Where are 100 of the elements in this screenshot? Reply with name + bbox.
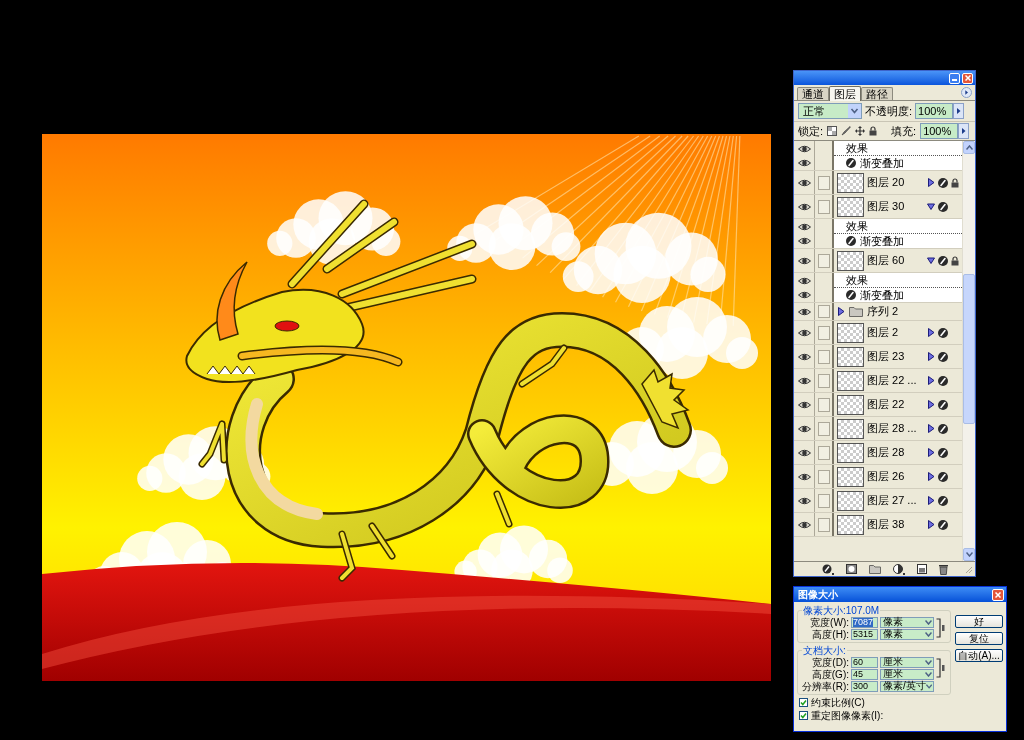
disclosure-triangle-icon[interactable]: [927, 352, 935, 361]
effects-icon[interactable]: [938, 495, 948, 506]
half-circle-icon[interactable]: [892, 563, 905, 575]
unit-dropdown[interactable]: 像素: [880, 616, 934, 628]
fill-arrow-button[interactable]: [958, 123, 970, 139]
layer-row[interactable]: 图层 20: [794, 171, 962, 195]
unit-dropdown[interactable]: 厘米: [880, 656, 934, 668]
effects-icon[interactable]: [846, 290, 856, 300]
eye-icon[interactable]: [797, 328, 811, 337]
eye-icon[interactable]: [797, 237, 811, 245]
brush-icon[interactable]: [841, 126, 852, 136]
dialog-button[interactable]: 自动(A)...: [955, 649, 1003, 662]
opacity-arrow-button[interactable]: [953, 103, 965, 119]
minimize-button[interactable]: [949, 72, 960, 84]
disclosure-triangle-icon[interactable]: [927, 424, 935, 433]
eye-icon[interactable]: [797, 256, 811, 265]
scrollbar-thumb[interactable]: [963, 274, 975, 424]
effects-icon[interactable]: [938, 327, 948, 338]
layer-row[interactable]: 图层 26: [794, 465, 962, 489]
new-layer-icon[interactable]: [916, 564, 927, 574]
eye-icon[interactable]: [797, 276, 811, 285]
move-icon[interactable]: [855, 126, 866, 136]
effects-icon[interactable]: [938, 375, 948, 386]
effects-icon[interactable]: [938, 423, 948, 434]
disclosure-triangle-icon[interactable]: [927, 178, 935, 187]
disclosure-triangle-icon[interactable]: [927, 256, 935, 265]
opacity-field[interactable]: 100%: [915, 103, 954, 119]
value-field[interactable]: 300: [851, 680, 878, 692]
panel-tab[interactable]: 路径: [861, 87, 893, 100]
lock-all-icon[interactable]: [869, 126, 878, 136]
blend-mode-dropdown[interactable]: 正常: [798, 103, 862, 119]
disclosure-triangle-icon[interactable]: [837, 307, 845, 316]
effects-icon[interactable]: [938, 471, 948, 482]
checkerboard-icon[interactable]: [827, 126, 838, 136]
dialog-button[interactable]: 复位: [955, 632, 1003, 645]
unit-dropdown[interactable]: 厘米: [880, 668, 934, 680]
close-button[interactable]: [962, 72, 973, 84]
disclosure-triangle-icon[interactable]: [927, 328, 935, 337]
eye-icon[interactable]: [797, 178, 811, 187]
eye-icon[interactable]: [797, 144, 811, 153]
dialog-button[interactable]: 好: [955, 615, 1003, 628]
layer-row[interactable]: 图层 22 ...: [794, 369, 962, 393]
checkbox[interactable]: [799, 711, 808, 720]
fx-icon[interactable]: [821, 563, 834, 575]
disclosure-triangle-icon[interactable]: [927, 400, 935, 409]
effects-icon[interactable]: [938, 255, 948, 266]
effects-icon[interactable]: [938, 201, 948, 212]
effects-icon[interactable]: [846, 158, 856, 168]
effects-icon[interactable]: [938, 447, 948, 458]
eye-icon[interactable]: [797, 307, 811, 316]
effects-icon[interactable]: [938, 399, 948, 410]
layer-row[interactable]: 图层 23: [794, 345, 962, 369]
disclosure-triangle-icon[interactable]: [927, 202, 935, 211]
layer-row[interactable]: 图层 27 ...: [794, 489, 962, 513]
eye-icon[interactable]: [797, 424, 811, 433]
checkbox[interactable]: [799, 698, 808, 707]
group-row[interactable]: 序列 2: [794, 303, 962, 321]
disclosure-triangle-icon[interactable]: [927, 520, 935, 529]
eye-icon[interactable]: [797, 520, 811, 529]
mask-icon[interactable]: [845, 564, 857, 574]
scroll-down-button[interactable]: [963, 548, 975, 561]
value-field[interactable]: 7087: [851, 616, 878, 628]
eye-icon[interactable]: [797, 222, 811, 231]
layer-row[interactable]: 图层 28: [794, 441, 962, 465]
disclosure-triangle-icon[interactable]: [927, 448, 935, 457]
eye-icon[interactable]: [797, 202, 811, 211]
layer-row[interactable]: 图层 38: [794, 513, 962, 537]
trash-icon[interactable]: [938, 563, 948, 575]
fill-field[interactable]: 100%: [920, 123, 959, 139]
effects-icon[interactable]: [938, 519, 948, 530]
eye-icon[interactable]: [797, 291, 811, 299]
panel-tab[interactable]: 通道: [797, 87, 829, 100]
eye-icon[interactable]: [797, 352, 811, 361]
resize-grip-icon[interactable]: [965, 566, 973, 574]
eye-icon[interactable]: [797, 496, 811, 505]
eye-icon[interactable]: [797, 159, 811, 167]
panel-menu-icon[interactable]: [961, 87, 972, 98]
effects-icon[interactable]: [938, 177, 948, 188]
eye-icon[interactable]: [797, 472, 811, 481]
eye-icon[interactable]: [797, 376, 811, 385]
unit-dropdown[interactable]: 像素/英寸: [880, 680, 934, 692]
panel-tab[interactable]: 图层: [829, 86, 861, 101]
scroll-up-button[interactable]: [963, 141, 975, 154]
close-button[interactable]: [992, 588, 1004, 601]
value-field[interactable]: 5315: [851, 628, 878, 640]
layer-row[interactable]: 图层 28 ...: [794, 417, 962, 441]
eye-icon[interactable]: [797, 448, 811, 457]
scrollbar[interactable]: [962, 141, 975, 561]
disclosure-triangle-icon[interactable]: [927, 472, 935, 481]
disclosure-triangle-icon[interactable]: [927, 496, 935, 505]
value-field[interactable]: 60: [851, 656, 878, 668]
eye-icon[interactable]: [797, 400, 811, 409]
effects-icon[interactable]: [846, 236, 856, 246]
disclosure-triangle-icon[interactable]: [927, 376, 935, 385]
effects-icon[interactable]: [938, 351, 948, 362]
layer-row[interactable]: 图层 2: [794, 321, 962, 345]
layer-row[interactable]: 图层 22: [794, 393, 962, 417]
value-field[interactable]: 45: [851, 668, 878, 680]
folder-icon[interactable]: [868, 564, 881, 574]
unit-dropdown[interactable]: 像素: [880, 628, 934, 640]
